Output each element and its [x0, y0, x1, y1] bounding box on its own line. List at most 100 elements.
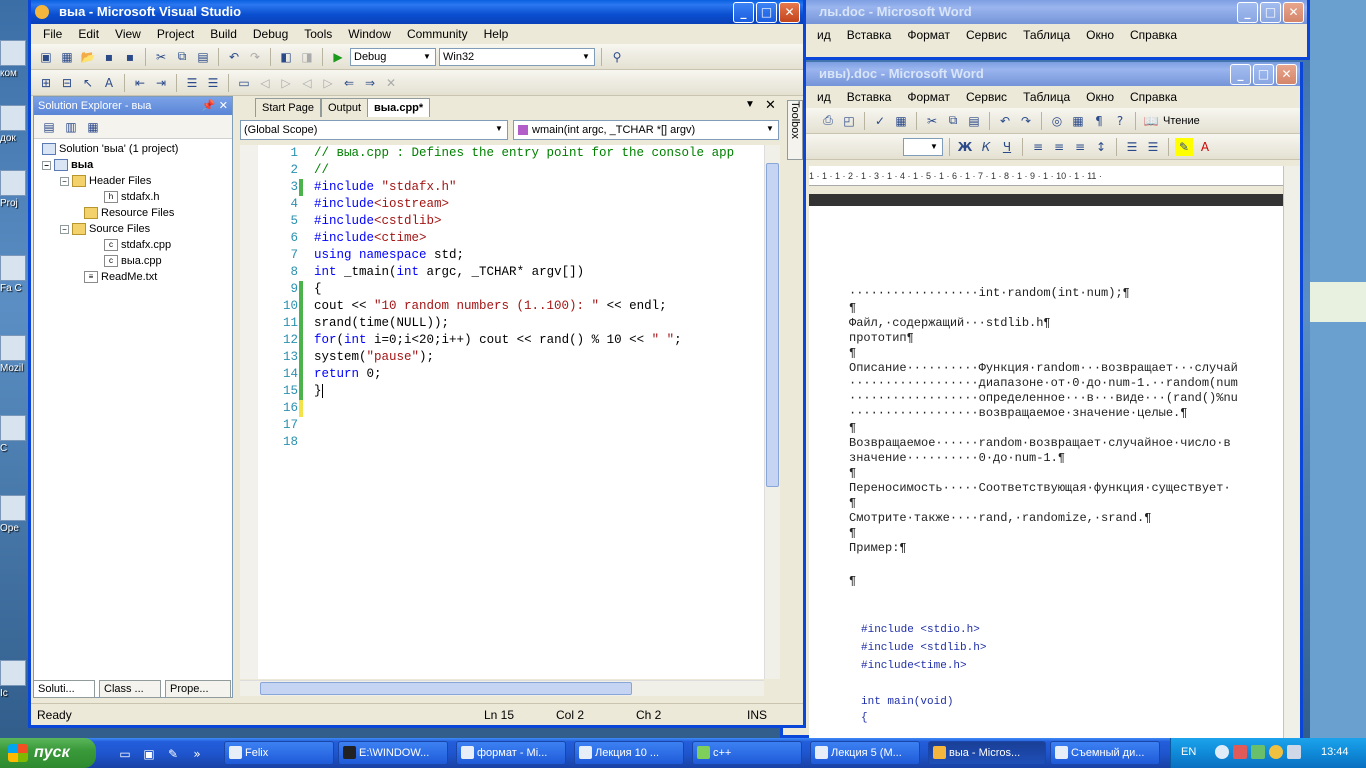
cut-icon[interactable]: ✂	[152, 48, 170, 66]
menu-item[interactable]: ид	[809, 90, 839, 104]
tree-file-readme[interactable]: ≡ ReadMe.txt	[84, 271, 157, 283]
desktop-icon[interactable]: Proj	[0, 170, 28, 209]
tab-main-cpp[interactable]: выа.cpp*	[367, 98, 431, 117]
menu-item[interactable]: Окно	[1078, 90, 1122, 104]
tray-icon[interactable]	[1251, 745, 1265, 759]
menu-project[interactable]: Project	[149, 27, 202, 41]
save-all-icon[interactable]: ▪	[121, 48, 139, 66]
undo-icon[interactable]: ↶	[996, 112, 1014, 130]
tree-solution[interactable]: Solution 'выа' (1 project)	[42, 143, 178, 155]
menu-window[interactable]: Window	[340, 27, 399, 41]
close-button[interactable]: ✕	[779, 2, 800, 23]
copy-icon[interactable]: ⧉	[173, 48, 191, 66]
redo-icon[interactable]: ↷	[1017, 112, 1035, 130]
save-icon[interactable]: ▪	[100, 48, 118, 66]
tree-folder-resource-files[interactable]: Resource Files	[84, 207, 174, 219]
underline-icon[interactable]: Ч	[998, 138, 1016, 156]
menu-item[interactable]: Формат	[899, 90, 958, 104]
undo-icon[interactable]: ↶	[225, 48, 243, 66]
clock[interactable]: 13:44	[1321, 746, 1349, 758]
toolbox-tab[interactable]: Toolbox	[787, 100, 803, 160]
close-icon[interactable]: 📌 ✕	[202, 97, 228, 115]
prev-bookmark-folder-icon[interactable]: ◁	[298, 74, 316, 92]
minimize-button[interactable]: _	[733, 2, 754, 23]
menu-item[interactable]: Вставка	[839, 90, 900, 104]
task-lecture5[interactable]: Лекция 5 (М...	[810, 741, 920, 765]
highlight-icon[interactable]: ✎	[1175, 137, 1193, 156]
properties-icon[interactable]: ▤	[40, 118, 58, 136]
quick-launch-icon[interactable]: ▣	[140, 745, 158, 763]
close-button[interactable]: ✕	[1276, 64, 1297, 85]
view-code-icon[interactable]: ▦	[84, 118, 102, 136]
menu-item[interactable]: Вставка	[839, 28, 900, 42]
more-icon[interactable]: »	[188, 745, 206, 763]
tree-folder-source-files[interactable]: − Source Files	[60, 223, 150, 235]
redo-icon[interactable]: ↷	[246, 48, 264, 66]
editor-horizontal-scrollbar[interactable]	[240, 680, 764, 696]
language-indicator[interactable]: EN	[1181, 746, 1196, 758]
paste-icon[interactable]: ▤	[965, 112, 983, 130]
prev-bookmark-doc-icon[interactable]: ⇐	[340, 74, 358, 92]
parameter-info-icon[interactable]: ↖	[79, 74, 97, 92]
decrease-indent-icon[interactable]: ⇤	[131, 74, 149, 92]
quick-launch-icon[interactable]: ✎	[164, 745, 182, 763]
class-view-icon[interactable]: ⊞	[37, 74, 55, 92]
task-lecture10[interactable]: Лекция 10 ...	[574, 741, 684, 765]
tray-icon[interactable]	[1269, 745, 1283, 759]
cut-icon[interactable]: ✂	[923, 112, 941, 130]
line-spacing-icon[interactable]: ↕	[1092, 138, 1110, 156]
tree-file-stdafx-h[interactable]: h stdafx.h	[104, 191, 160, 203]
spelling-icon[interactable]: ✓	[871, 112, 889, 130]
menu-tools[interactable]: Tools	[296, 27, 340, 41]
show-desktop-icon[interactable]: ▭	[116, 745, 134, 763]
word-document-page[interactable]: ··················int·random(int·num);¶ …	[809, 206, 1283, 738]
close-button[interactable]: ✕	[1283, 2, 1304, 23]
platform-combo[interactable]: Win32 ▼	[439, 47, 595, 66]
navigate-back-icon[interactable]: ◧	[277, 48, 295, 66]
menu-item[interactable]: Сервис	[958, 28, 1015, 42]
new-project-icon[interactable]: ▣	[37, 48, 55, 66]
desktop-icon[interactable]: ком	[0, 40, 28, 79]
code-editor[interactable]: 1// выа.cpp : Defines the entry point fo…	[240, 145, 764, 679]
tree-folder-header-files[interactable]: − Header Files	[60, 175, 151, 187]
tab-properties[interactable]: Prope...	[165, 680, 231, 698]
menu-debug[interactable]: Debug	[245, 27, 296, 41]
show-all-files-icon[interactable]: ▥	[62, 118, 80, 136]
navigate-forward-icon[interactable]: ◨	[298, 48, 316, 66]
find-in-files-icon[interactable]: ⚲	[608, 48, 626, 66]
word-back-title-bar[interactable]: лы.doc - Microsoft Word _ □ ✕	[773, 0, 1307, 24]
font-color-icon[interactable]: A	[1196, 138, 1214, 156]
italic-icon[interactable]: К	[977, 138, 995, 156]
maximize-button[interactable]: □	[1260, 2, 1281, 23]
tray-icon[interactable]	[1215, 745, 1229, 759]
configuration-combo[interactable]: Debug ▼	[350, 47, 436, 66]
toggle-bookmark-icon[interactable]: ▭	[235, 74, 253, 92]
word-ruler[interactable]: 1 · 1 · 1 · 2 · 1 · 3 · 1 · 4 · 1 · 5 · …	[809, 166, 1283, 186]
word-vertical-scrollbar[interactable]	[1283, 166, 1300, 738]
bullets-icon[interactable]: ☰	[1144, 138, 1162, 156]
next-bookmark-doc-icon[interactable]: ⇒	[361, 74, 379, 92]
align-left-icon[interactable]: ≡	[1029, 138, 1047, 156]
paste-icon[interactable]: ▤	[194, 48, 212, 66]
menu-build[interactable]: Build	[202, 27, 245, 41]
uncomment-icon[interactable]: ☰	[204, 74, 222, 92]
menu-file[interactable]: File	[35, 27, 70, 41]
tab-dropdown-icon[interactable]: ▼	[745, 99, 755, 110]
word-front-title-bar[interactable]: ивы).doc - Microsoft Word _ □ ✕	[783, 62, 1300, 86]
print-icon[interactable]: ⎙	[819, 112, 837, 130]
word-completion-icon[interactable]: A	[100, 74, 118, 92]
pilcrow-icon[interactable]: ¶	[1090, 112, 1108, 130]
book-icon[interactable]: 📖	[1142, 112, 1160, 130]
menu-item[interactable]: Таблица	[1015, 90, 1078, 104]
start-button[interactable]: пуск	[0, 738, 96, 768]
copy-icon[interactable]: ⧉	[944, 112, 962, 130]
tree-project[interactable]: − выа	[42, 159, 93, 171]
scroll-thumb[interactable]	[766, 163, 779, 487]
tab-start-page[interactable]: Start Page	[255, 98, 321, 117]
table-icon[interactable]: ▦	[1069, 112, 1087, 130]
read-button[interactable]: Чтение	[1163, 115, 1200, 127]
scroll-thumb[interactable]	[260, 682, 632, 695]
menu-community[interactable]: Community	[399, 27, 476, 41]
task-felix[interactable]: Felix	[224, 741, 334, 765]
open-icon[interactable]: 📂	[79, 48, 97, 66]
